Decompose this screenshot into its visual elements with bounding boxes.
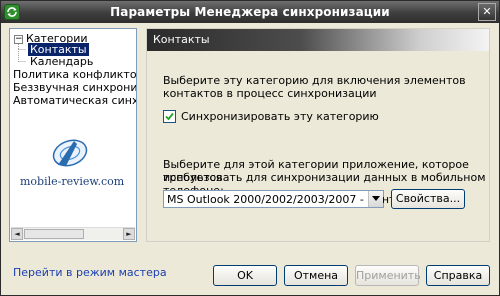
help-button[interactable]: Справка [426, 265, 490, 286]
panel-header: Контакты [147, 29, 489, 51]
scroll-right-arrow-icon[interactable]: ► [123, 228, 135, 240]
tree-item-calendar[interactable]: Календарь [30, 55, 93, 68]
sync-category-checkbox-label[interactable]: Синхронизировать эту категорию [181, 110, 379, 123]
tree-item-conflict-policy[interactable]: Политика конфликтов [13, 68, 136, 81]
scroll-thumb[interactable] [24, 229, 84, 239]
sync-category-checkbox[interactable] [163, 110, 176, 123]
title-bar[interactable]: Параметры Менеджера синхронизации ✕ [1, 1, 499, 23]
properties-button[interactable]: Свойства... [391, 189, 465, 209]
close-button[interactable]: ✕ [478, 3, 496, 21]
logo-graphic [52, 139, 88, 167]
ok-button[interactable]: OK [213, 265, 277, 286]
application-select-value: MS Outlook 2000/2002/2003/2007 - Контакт… [167, 193, 424, 206]
mobile-review-logo: mobile-review.com [20, 135, 125, 193]
dropdown-arrow-icon[interactable] [368, 191, 383, 207]
settings-panel: Контакты Выберите эту категорию для вклю… [146, 28, 490, 242]
settings-dialog: Параметры Менеджера синхронизации ✕ − Ка… [0, 0, 500, 296]
tree-horizontal-scrollbar[interactable]: ◄ ► [11, 227, 135, 240]
category-tree[interactable]: − Категории Контакты Календарь Политика … [9, 28, 137, 242]
cancel-button[interactable]: Отмена [284, 265, 348, 286]
checkmark-icon [165, 112, 174, 121]
tree-item-auto-sync[interactable]: Автоматическая синхронизация [13, 94, 136, 107]
tree-item-silent-sync[interactable]: Беззвучная синхронизация [13, 81, 136, 94]
apply-button[interactable]: Применить [355, 265, 421, 286]
panel-header-title: Контакты [153, 33, 210, 46]
scroll-left-arrow-icon[interactable]: ◄ [11, 228, 23, 240]
application-select[interactable]: MS Outlook 2000/2002/2003/2007 - Контакт… [163, 190, 424, 208]
logo-text: mobile-review.com [20, 175, 125, 188]
category-description-line2: контактов в процесс синхронизации [163, 87, 377, 100]
window-title: Параметры Менеджера синхронизации [110, 5, 390, 19]
wizard-mode-link[interactable]: Перейти в режим мастера [13, 266, 167, 279]
category-description-line1: Выберите эту категорию для включения эле… [163, 74, 466, 87]
tree-expander-categories[interactable]: − [14, 35, 23, 44]
